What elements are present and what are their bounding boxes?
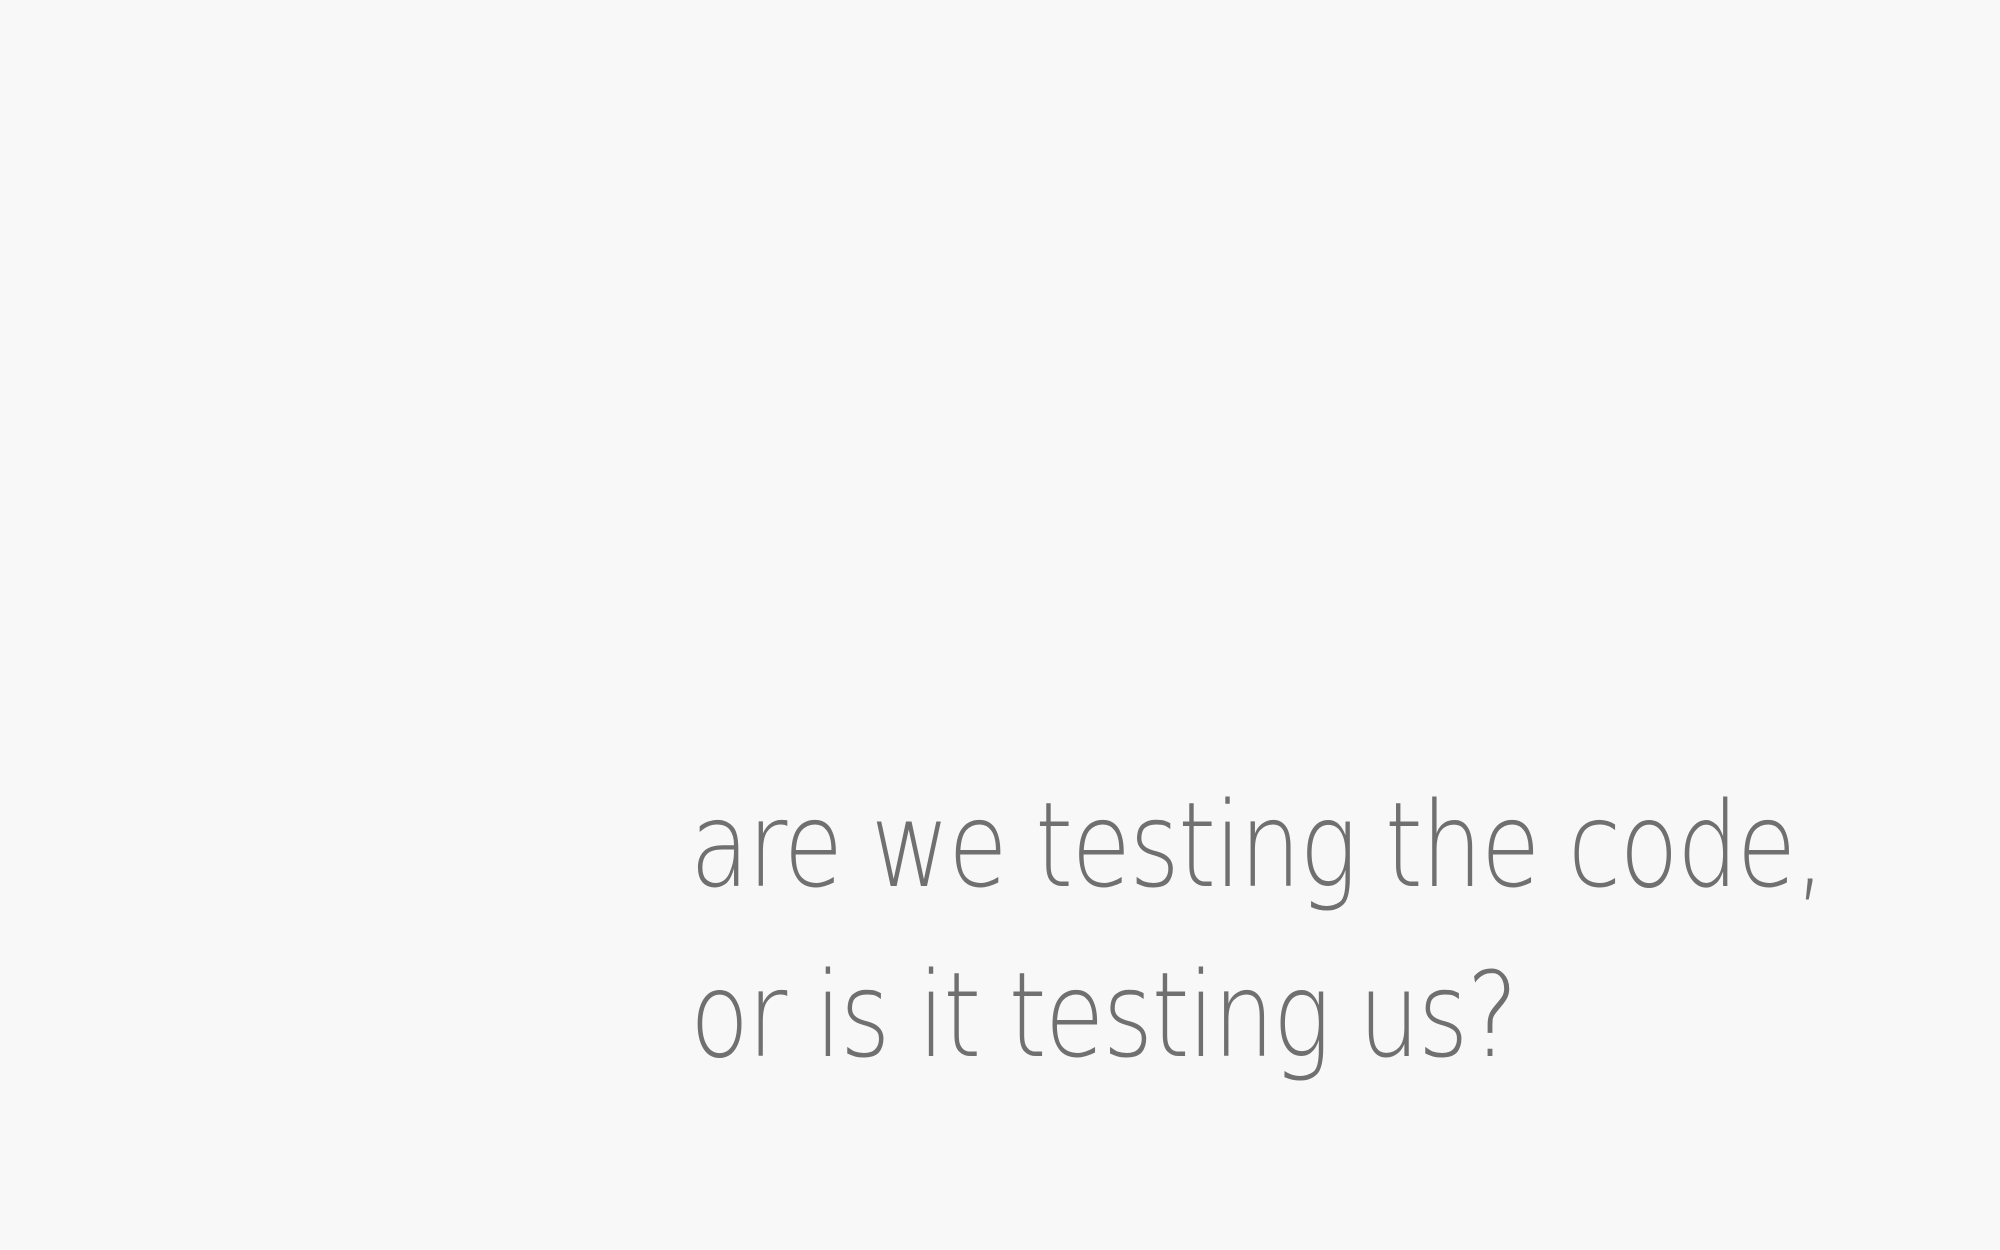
quote-text: are we testing the code, or is it testin… (690, 760, 1825, 1100)
quote-line-1: are we testing the code, (690, 776, 1825, 914)
quote-slide: are we testing the code, or is it testin… (0, 0, 2000, 1250)
quote-line-2: or is it testing us? (690, 946, 1518, 1084)
